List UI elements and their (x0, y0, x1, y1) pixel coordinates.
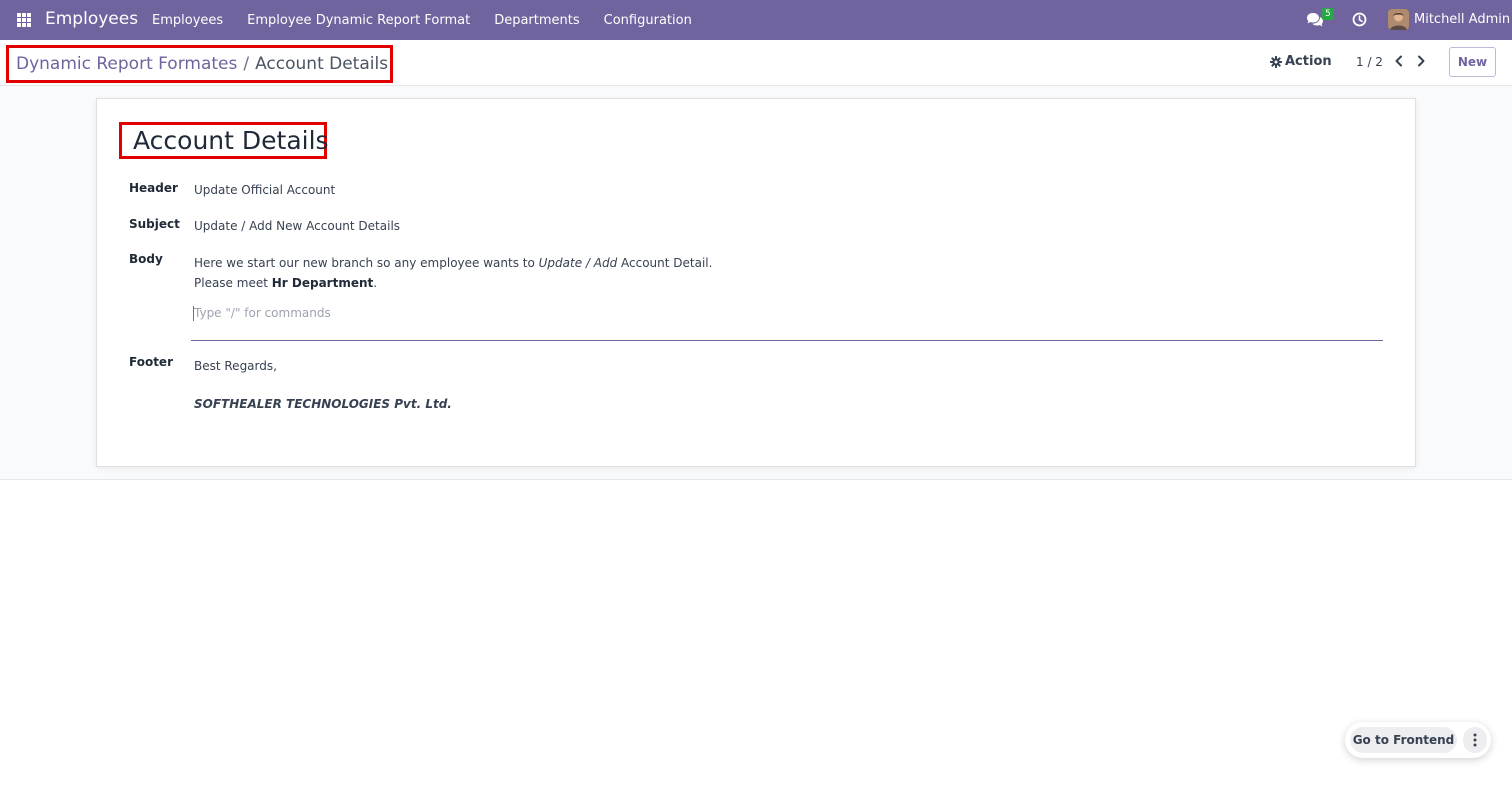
user-name[interactable]: Mitchell Admin (1414, 12, 1510, 27)
more-options-button[interactable] (1463, 727, 1487, 753)
body-line-2-text: Please meet (194, 276, 272, 290)
footer-company[interactable]: SOFTHEALER TECHNOLOGIES Pvt. Ltd. (194, 397, 452, 411)
action-label: Action (1285, 54, 1332, 69)
app-brand[interactable]: Employees (45, 9, 138, 29)
action-button[interactable]: Action (1270, 54, 1332, 69)
body-line-2[interactable]: Please meet Hr Department. (194, 276, 377, 290)
clock-icon[interactable] (1352, 12, 1367, 27)
breadcrumb-current: Account Details (255, 54, 389, 74)
footer-label: Footer (129, 355, 173, 369)
menu-item-employees[interactable]: Employees (140, 13, 235, 28)
top-navbar: Employees Employees Employee Dynamic Rep… (0, 0, 1512, 40)
body-line-1-italic: Update / Add (538, 256, 618, 270)
frontend-widget: Go to Frontend (1345, 722, 1491, 758)
control-panel: Dynamic Report Formates / Account Detail… (0, 40, 1512, 86)
breadcrumb: Dynamic Report Formates / Account Detail… (6, 45, 393, 83)
new-button[interactable]: New (1449, 47, 1496, 77)
menu-item-configuration[interactable]: Configuration (592, 13, 704, 28)
body-editor-placeholder[interactable]: Type "/" for commands (194, 306, 331, 320)
subject-field[interactable]: Update / Add New Account Details (194, 219, 400, 233)
body-line-1-end: Account Detail. (617, 256, 713, 270)
body-line-2-bold: Hr Department (271, 276, 374, 290)
go-to-frontend-button[interactable]: Go to Frontend (1350, 727, 1457, 753)
header-label: Header (129, 181, 178, 195)
record-title[interactable]: Account Details (133, 126, 329, 155)
form-sheet: Account Details Header Update Official A… (96, 98, 1416, 467)
chevron-left-icon[interactable] (1394, 55, 1404, 67)
chat-count-badge: 5 (1322, 8, 1334, 20)
menu-item-departments[interactable]: Departments (482, 13, 591, 28)
body-field-underline (191, 340, 1383, 341)
header-field[interactable]: Update Official Account (194, 183, 335, 197)
menu-item-report-format[interactable]: Employee Dynamic Report Format (235, 13, 482, 28)
breadcrumb-separator: / (243, 54, 250, 74)
user-avatar[interactable] (1388, 9, 1409, 30)
main-menu: Employees Employee Dynamic Report Format… (140, 0, 704, 40)
subject-label: Subject (129, 217, 180, 231)
breadcrumb-parent-link[interactable]: Dynamic Report Formates (16, 54, 237, 74)
body-line-1[interactable]: Here we start our new branch so any empl… (194, 256, 712, 270)
kebab-icon (1473, 733, 1477, 747)
body-label: Body (129, 252, 163, 266)
gear-icon (1270, 55, 1282, 68)
footer-line-1[interactable]: Best Regards, (194, 359, 277, 373)
apps-grid-icon[interactable] (17, 13, 31, 27)
body-line-1-text: Here we start our new branch so any empl… (194, 256, 539, 270)
pager-value[interactable]: 1 / 2 (1356, 55, 1383, 69)
chevron-right-icon[interactable] (1416, 55, 1426, 67)
body-line-2-end: . (373, 276, 378, 290)
